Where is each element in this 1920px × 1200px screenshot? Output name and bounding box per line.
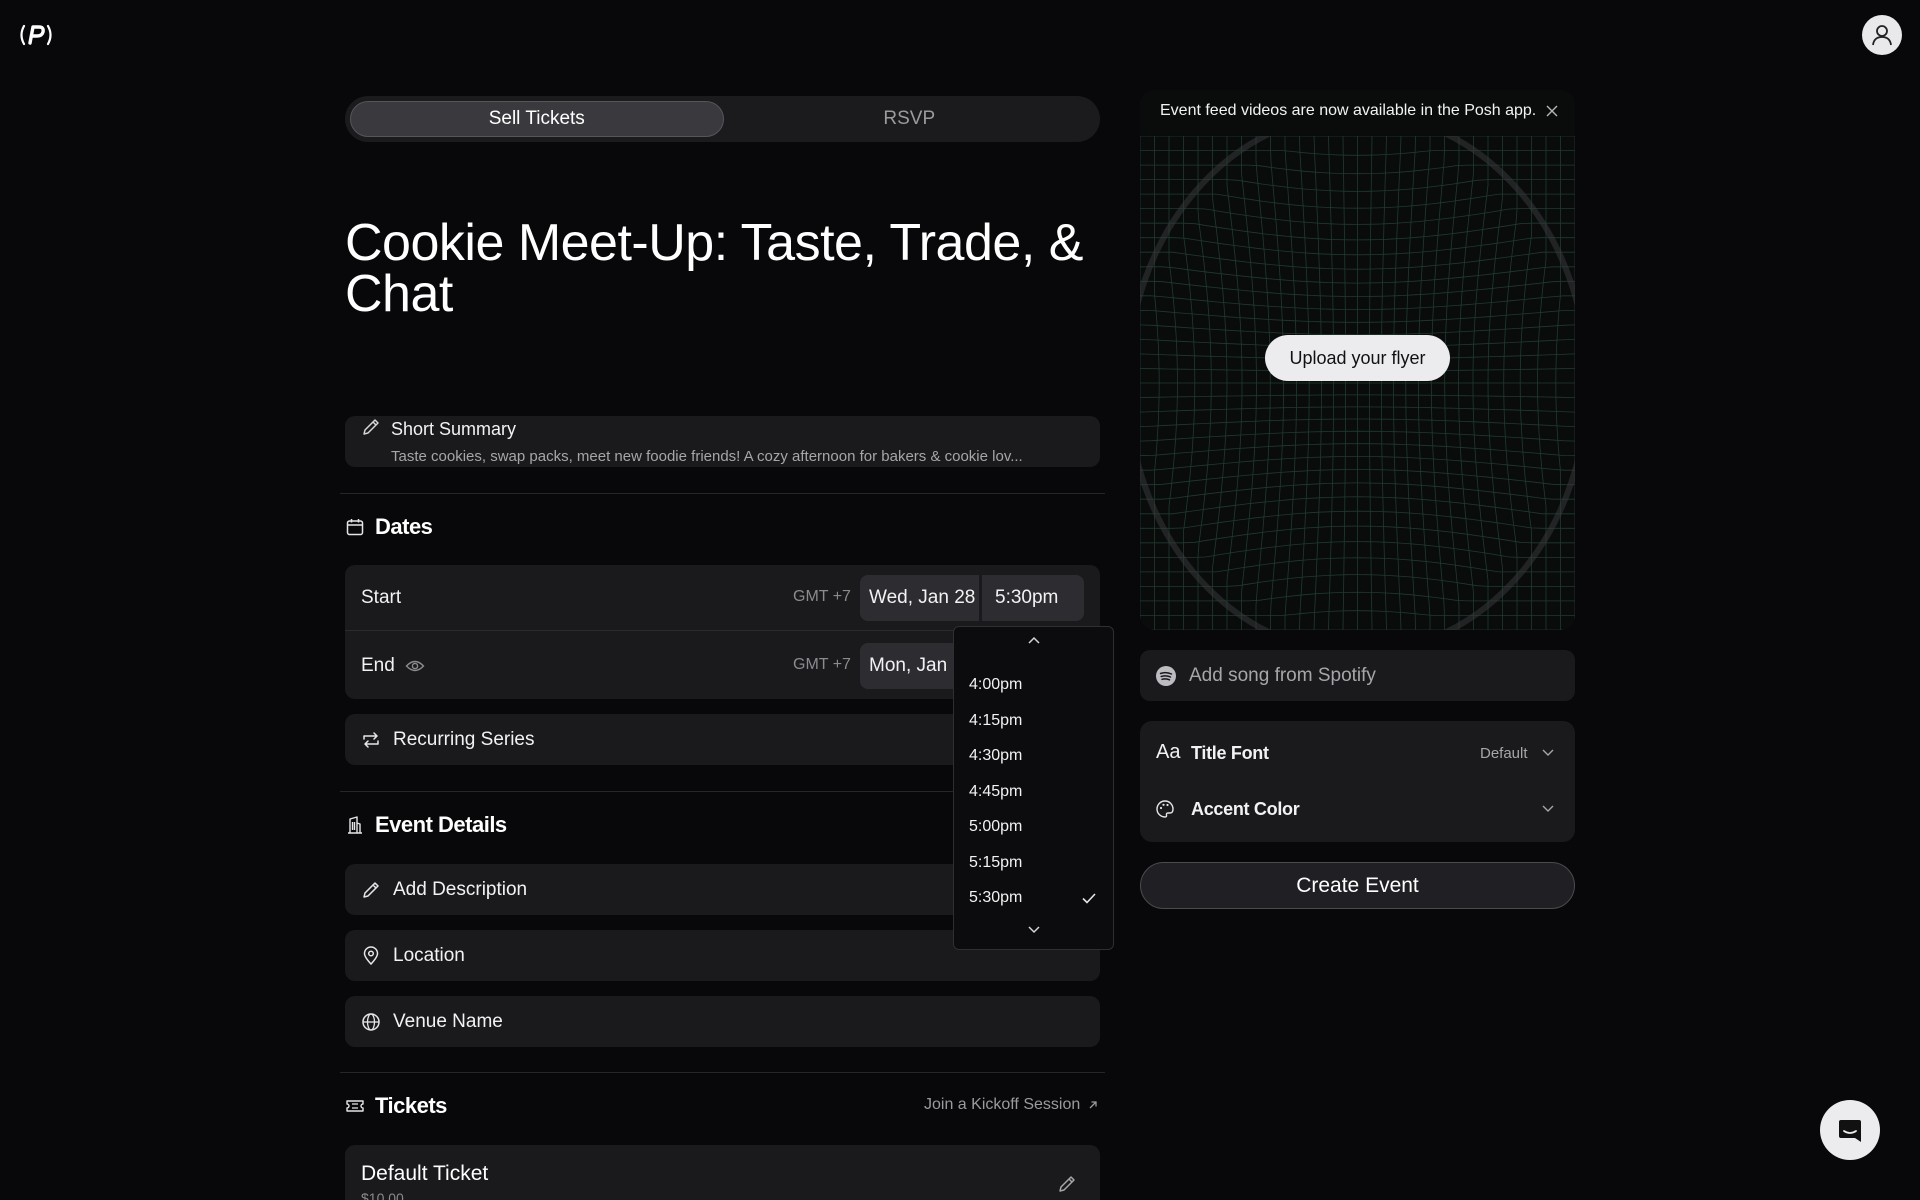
- create-event-button[interactable]: Create Event: [1140, 862, 1575, 909]
- tab-sell-tickets[interactable]: Sell Tickets: [350, 101, 724, 137]
- recurring-series-label: Recurring Series: [393, 728, 535, 750]
- time-option-label: 5:00pm: [969, 818, 1023, 835]
- palette-icon: [1155, 799, 1175, 819]
- edit-ticket-icon[interactable]: [1057, 1174, 1077, 1194]
- end-label-wrap: End: [361, 655, 425, 677]
- flyer-placeholder-grid: [1140, 136, 1575, 630]
- time-option-label: 4:45pm: [969, 783, 1023, 800]
- time-option-selected[interactable]: 5:30pm: [954, 881, 1113, 915]
- time-option[interactable]: 4:15pm: [954, 704, 1113, 738]
- ticket-price: $10.00: [361, 1190, 404, 1200]
- dates-heading: Dates: [375, 514, 433, 539]
- user-icon: [1872, 25, 1892, 46]
- start-row: Start GMT +7 Wed, Jan 28 5:30pm: [345, 565, 1100, 631]
- time-option[interactable]: 4:00pm: [954, 668, 1113, 702]
- spotify-icon: [1155, 665, 1177, 687]
- feed-videos-notice: Event feed videos are now available in t…: [1160, 102, 1537, 119]
- kickoff-session-link[interactable]: Join a Kickoff Session: [924, 1096, 1098, 1114]
- start-label: Start: [361, 587, 402, 608]
- time-option-label: 4:30pm: [969, 747, 1023, 764]
- time-option[interactable]: 4:45pm: [954, 775, 1113, 809]
- title-font-label: Title Font: [1191, 743, 1269, 763]
- short-summary-field[interactable]: Short Summary Taste cookies, swap packs,…: [345, 416, 1100, 467]
- pencil-icon: [361, 417, 381, 437]
- start-date-picker[interactable]: Wed, Jan 28: [860, 575, 979, 621]
- ticket-mode-toggle: Sell Tickets RSVP: [345, 96, 1100, 142]
- arrow-up-right-icon: [1088, 1100, 1098, 1110]
- eye-icon[interactable]: [405, 659, 425, 673]
- time-option[interactable]: 5:00pm: [954, 810, 1113, 844]
- start-time-picker[interactable]: 5:30pm: [982, 575, 1084, 621]
- map-pin-icon: [361, 945, 381, 966]
- start-timezone[interactable]: GMT +7: [793, 588, 851, 606]
- calendar-icon: [345, 517, 365, 537]
- time-option[interactable]: 5:15pm: [954, 846, 1113, 880]
- building-icon: [345, 815, 365, 835]
- upload-flyer-button[interactable]: Upload your flyer: [1265, 335, 1450, 381]
- ticket-name: Default Ticket: [361, 1162, 489, 1185]
- title-font-row[interactable]: Aa Title Font Default: [1140, 728, 1575, 778]
- short-summary-text: Taste cookies, swap packs, meet new food…: [391, 448, 1023, 465]
- globe-icon: [361, 1012, 381, 1032]
- time-option-label: 5:15pm: [969, 854, 1023, 871]
- time-option-label: 5:30pm: [969, 889, 1023, 906]
- dates-header: Dates: [345, 514, 433, 540]
- tickets-header: Tickets: [345, 1093, 447, 1119]
- time-option-label: 4:00pm: [969, 676, 1023, 693]
- support-chat-button[interactable]: [1820, 1100, 1880, 1160]
- kickoff-session-label: Join a Kickoff Session: [924, 1096, 1081, 1113]
- tab-rsvp[interactable]: RSVP: [724, 101, 1096, 137]
- repeat-icon: [361, 731, 381, 749]
- event-details-heading: Event Details: [375, 812, 507, 837]
- chevron-down-icon: [1541, 803, 1555, 813]
- time-option[interactable]: 4:30pm: [954, 739, 1113, 773]
- check-icon: [1081, 890, 1097, 906]
- default-ticket-card[interactable]: Default Ticket $10.00: [345, 1145, 1100, 1200]
- divider: [340, 1072, 1105, 1073]
- event-details-header: Event Details: [345, 812, 507, 838]
- divider: [340, 493, 1105, 494]
- ticket-icon: [345, 1098, 365, 1114]
- time-option-label: 4:15pm: [969, 712, 1023, 729]
- location-label: Location: [393, 944, 465, 966]
- tickets-heading: Tickets: [375, 1093, 447, 1118]
- pencil-icon: [361, 880, 381, 900]
- chevron-down-icon[interactable]: [1026, 923, 1042, 935]
- short-summary-label: Short Summary: [391, 419, 517, 439]
- flyer-panel: Event feed videos are now available in t…: [1140, 90, 1575, 630]
- end-timezone[interactable]: GMT +7: [793, 656, 851, 674]
- accent-color-row[interactable]: Accent Color: [1140, 784, 1575, 834]
- chevron-down-icon: [1541, 747, 1555, 757]
- spotify-song-input[interactable]: Add song from Spotify: [1140, 650, 1575, 701]
- add-description-label: Add Description: [393, 878, 528, 900]
- title-font-value: Default: [1480, 745, 1528, 762]
- accent-color-label: Accent Color: [1191, 799, 1300, 819]
- font-aa-icon: Aa: [1156, 741, 1181, 763]
- chevron-up-icon[interactable]: [1026, 635, 1042, 647]
- account-avatar[interactable]: [1862, 15, 1902, 55]
- time-dropdown: 4:00pm 4:15pm 4:30pm 4:45pm 5:00pm 5:15p…: [953, 626, 1114, 950]
- close-icon[interactable]: [1545, 104, 1559, 118]
- end-label: End: [361, 655, 395, 676]
- venue-name-label: Venue Name: [393, 1010, 503, 1032]
- venue-name-row[interactable]: Venue Name: [345, 996, 1100, 1047]
- posh-logo[interactable]: [18, 22, 56, 48]
- chat-icon: [1839, 1120, 1861, 1142]
- event-title[interactable]: Cookie Meet-Up: Taste, Trade, & Chat: [345, 217, 1085, 320]
- style-settings-card: Aa Title Font Default Accent Color: [1140, 721, 1575, 842]
- posh-logo-icon: [20, 24, 52, 46]
- spotify-placeholder: Add song from Spotify: [1189, 664, 1376, 686]
